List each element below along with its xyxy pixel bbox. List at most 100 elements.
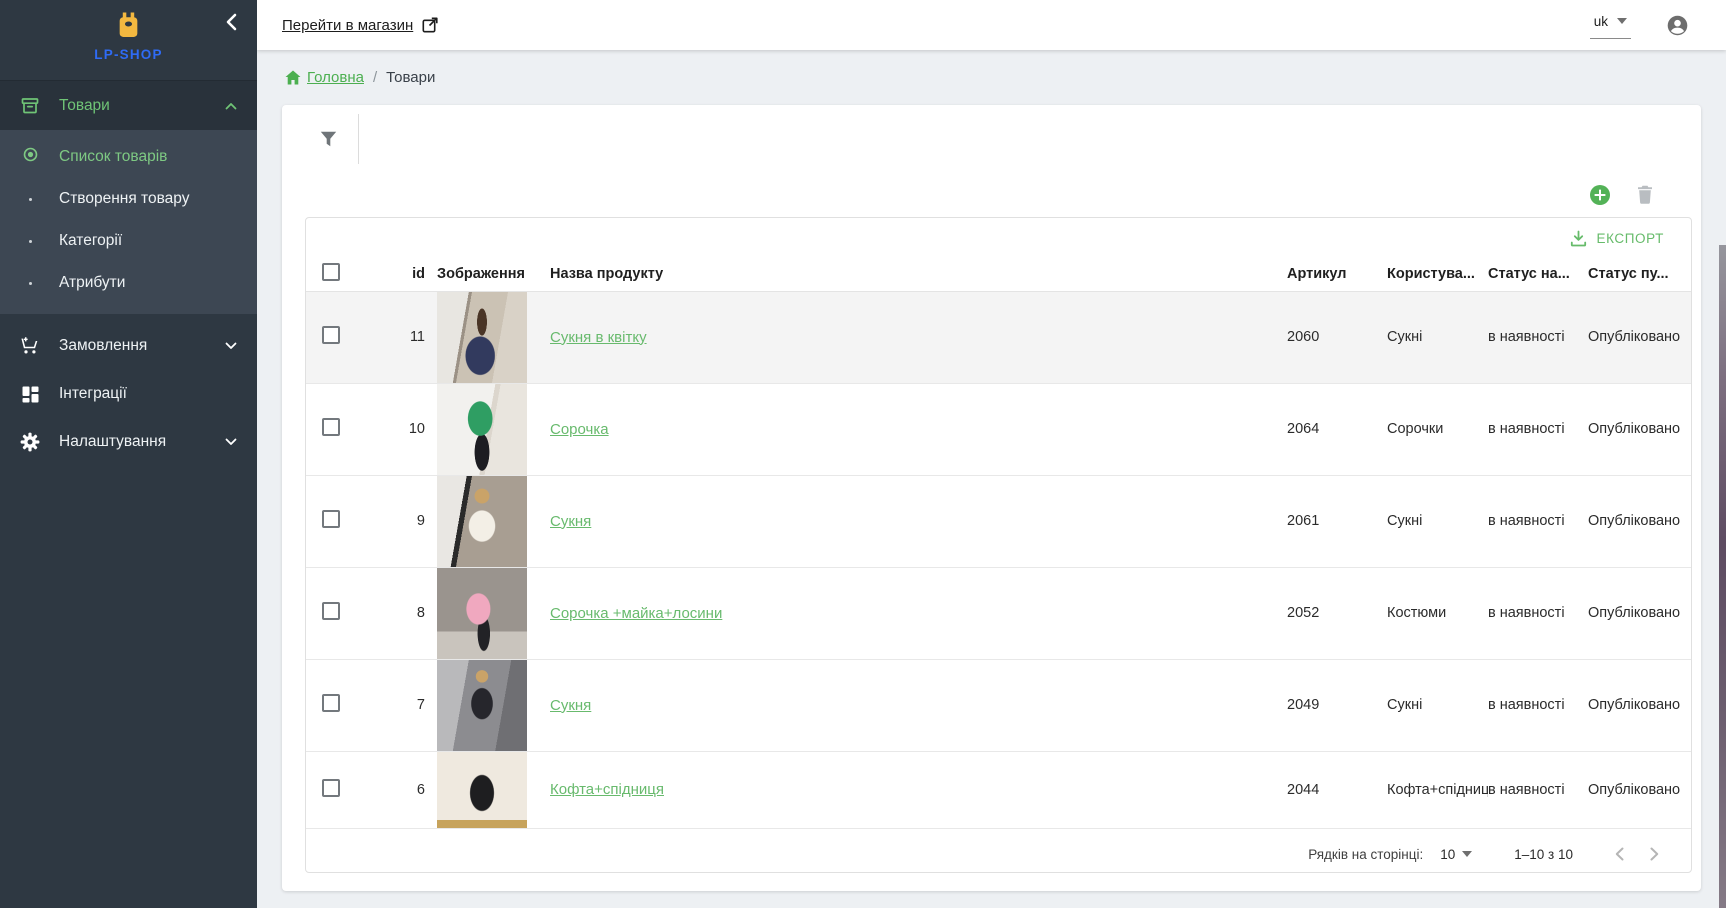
row-checkbox[interactable] — [322, 779, 340, 797]
add-product-button[interactable] — [1590, 185, 1610, 205]
products-table: id Зображення Назва продукту Артикул Кор… — [306, 258, 1692, 829]
sidebar: LP-SHOP Товари — [0, 0, 257, 908]
rows-per-page-label: Рядків на сторінці: — [1308, 847, 1423, 862]
chevron-up-icon — [225, 97, 237, 115]
sidebar-item-products[interactable]: Товари — [0, 81, 257, 130]
divider — [358, 114, 359, 164]
topbar-right: uk — [1590, 12, 1688, 39]
product-link[interactable]: Сукня — [550, 697, 591, 714]
product-link[interactable]: Кофта+спідниця — [550, 781, 664, 798]
sidebar-item-settings[interactable]: Налаштування — [0, 418, 257, 466]
chevron-right-icon — [1650, 847, 1659, 861]
row-checkbox[interactable] — [322, 510, 340, 528]
breadcrumb: Головна / Товари — [257, 50, 1726, 105]
cell-stock-status: в наявності — [1488, 567, 1588, 659]
next-page-button[interactable] — [1650, 847, 1659, 861]
table-row[interactable]: 9 Сукня 2061 Сукні в наявності Опубліков… — [306, 475, 1692, 567]
table-row[interactable]: 11 Сукня в квітку 2060 Сукні в наявності… — [306, 291, 1692, 383]
row-checkbox[interactable] — [322, 602, 340, 620]
dashboard-grid-icon — [20, 384, 40, 404]
previous-page-button[interactable] — [1615, 847, 1624, 861]
bullet-dot-icon — [29, 282, 32, 285]
cell-publish-status: Опубліковано — [1588, 291, 1692, 383]
gear-icon — [20, 432, 40, 452]
product-image — [437, 476, 527, 567]
cell-category: Сукні — [1387, 475, 1488, 567]
column-header-id: id — [361, 258, 431, 291]
sidebar-item-label: Налаштування — [59, 433, 166, 451]
sidebar-item-attributes[interactable]: Атрибути — [0, 262, 257, 304]
download-icon — [1570, 230, 1587, 247]
product-link[interactable]: Сукня в квітку — [550, 329, 647, 346]
products-submenu: Список товарів Створення товару Категорі… — [0, 130, 257, 314]
rows-per-page-select[interactable]: 10 — [1440, 847, 1472, 862]
products-table-card: ЕКСПОРТ id Зображення Назва продукту А — [305, 217, 1692, 873]
product-link[interactable]: Сукня — [550, 513, 591, 530]
breadcrumb-home-link[interactable]: Головна — [285, 69, 364, 86]
select-all-checkbox[interactable] — [322, 263, 340, 281]
pagination-range: 1–10 з 10 — [1514, 847, 1573, 862]
cell-category: Сукні — [1387, 291, 1488, 383]
filter-funnel-icon[interactable] — [320, 131, 337, 147]
cell-stock-status: в наявності — [1488, 475, 1588, 567]
sidebar-item-label: Інтеграції — [59, 385, 127, 403]
row-checkbox[interactable] — [322, 694, 340, 712]
language-value: uk — [1594, 14, 1608, 29]
table-row[interactable]: 8 Сорочка +майка+лосини 2052 Костюми в н… — [306, 567, 1692, 659]
sidebar-item-integrations[interactable]: Інтеграції — [0, 370, 257, 418]
table-row[interactable]: 6 Кофта+спідниця 2044 Кофта+спідниц в на… — [306, 751, 1692, 828]
delete-selected-button[interactable] — [1637, 185, 1653, 204]
sidebar-item-orders[interactable]: Замовлення — [0, 322, 257, 370]
row-checkbox[interactable] — [322, 418, 340, 436]
column-header-name: Назва продукту — [531, 258, 1287, 291]
cell-category: Сукні — [1387, 659, 1488, 751]
language-select[interactable]: uk — [1590, 12, 1631, 39]
cell-stock-status: в наявності — [1488, 291, 1588, 383]
product-image — [437, 292, 527, 383]
cell-publish-status: Опубліковано — [1588, 751, 1692, 828]
table-actions — [282, 172, 1701, 217]
account-avatar-button[interactable] — [1667, 15, 1688, 36]
sidebar-collapse-button[interactable] — [226, 13, 237, 36]
radio-selected-icon — [23, 147, 38, 167]
home-icon — [285, 70, 301, 85]
caret-down-icon — [1462, 851, 1472, 857]
bullet-dot-icon — [29, 198, 32, 201]
product-link[interactable]: Сорочка +майка+лосини — [550, 605, 722, 622]
external-link-icon — [422, 17, 438, 33]
row-checkbox[interactable] — [322, 326, 340, 344]
cell-id: 7 — [361, 659, 431, 751]
cell-publish-status: Опубліковано — [1588, 383, 1692, 475]
column-header-image: Зображення — [431, 258, 531, 291]
submenu-item-label: Атрибути — [59, 274, 125, 292]
product-link[interactable]: Сорочка — [550, 421, 609, 438]
cart-plus-icon — [20, 336, 40, 356]
cell-category: Сорочки — [1387, 383, 1488, 475]
table-row[interactable]: 10 Сорочка 2064 Сорочки в наявності Опуб… — [306, 383, 1692, 475]
cell-publish-status: Опубліковано — [1588, 659, 1692, 751]
go-to-store-link[interactable]: Перейти в магазин — [282, 17, 438, 34]
export-label: ЕКСПОРТ — [1596, 231, 1664, 246]
filter-bar — [282, 105, 1701, 172]
export-button[interactable]: ЕКСПОРТ — [306, 218, 1691, 258]
cell-category: Кофта+спідниц — [1387, 751, 1488, 828]
brand-name: LP-SHOP — [0, 47, 257, 62]
cell-publish-status: Опубліковано — [1588, 475, 1692, 567]
product-image — [437, 384, 527, 475]
table-row[interactable]: 7 Сукня 2049 Сукні в наявності Опубліков… — [306, 659, 1692, 751]
table-header-row: id Зображення Назва продукту Артикул Кор… — [306, 258, 1692, 291]
product-image — [437, 752, 527, 828]
cell-id: 11 — [361, 291, 431, 383]
sidebar-item-product-list[interactable]: Список товарів — [0, 136, 257, 178]
sidebar-item-label: Товари — [59, 97, 110, 115]
cell-publish-status: Опубліковано — [1588, 567, 1692, 659]
scrollbar-artifact[interactable] — [1719, 245, 1726, 908]
plus-circle-icon — [1590, 185, 1610, 205]
cell-sku: 2049 — [1287, 659, 1387, 751]
sidebar-item-create-product[interactable]: Створення товару — [0, 178, 257, 220]
sidebar-item-categories[interactable]: Категорії — [0, 220, 257, 262]
trash-icon — [1637, 185, 1653, 204]
breadcrumb-current: Товари — [386, 69, 435, 86]
products-box-icon — [20, 96, 40, 116]
logo-block: LP-SHOP — [0, 0, 257, 81]
